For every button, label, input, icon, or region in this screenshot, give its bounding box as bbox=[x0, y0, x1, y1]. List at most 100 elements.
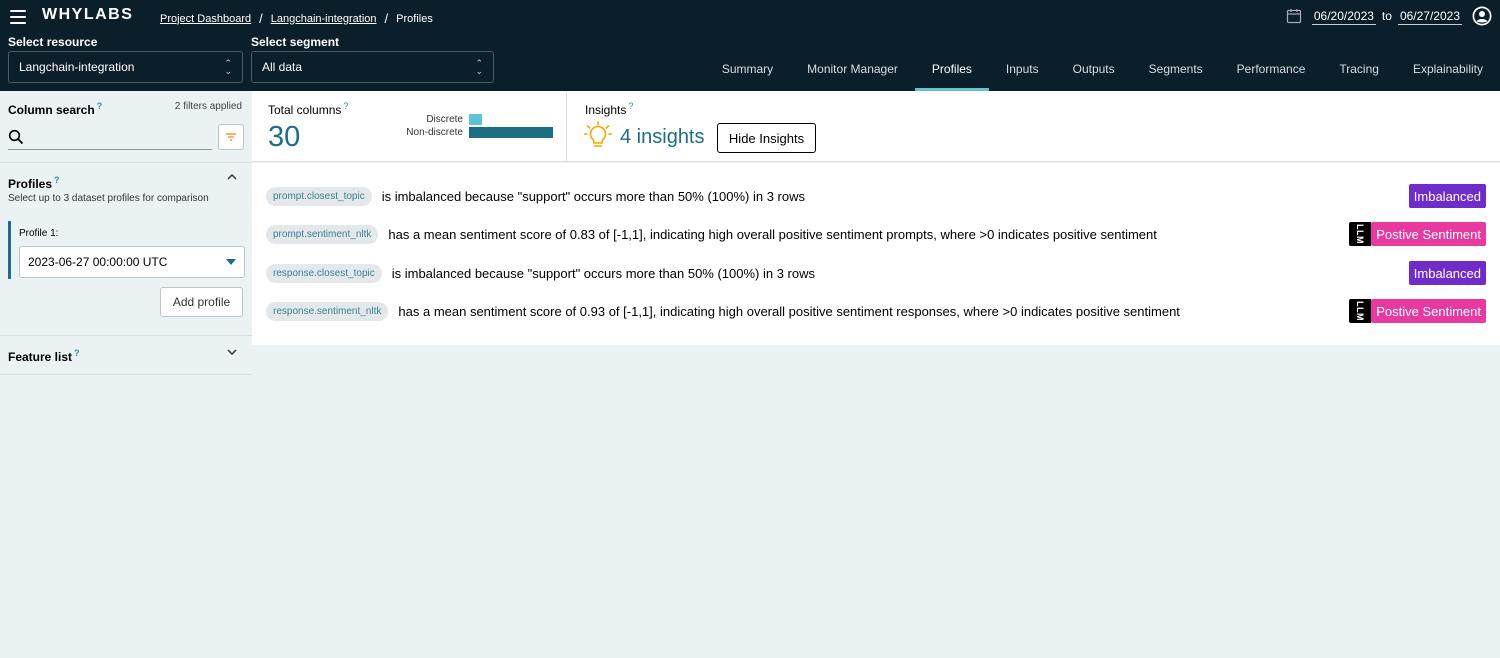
chevron-up-icon[interactable] bbox=[226, 171, 238, 183]
discrete-bar[interactable] bbox=[469, 114, 482, 125]
left-sidebar: Column search? 2 filters applied Profile… bbox=[0, 91, 252, 658]
column-chip[interactable]: response.closest_topic bbox=[266, 263, 382, 283]
llm-tag-text: LLM bbox=[1355, 301, 1366, 321]
updown-chevron-icon: ⌃ ⌄ bbox=[475, 58, 483, 76]
discrete-bar-row: Discrete bbox=[383, 114, 482, 125]
filter-icon bbox=[226, 133, 236, 141]
help-icon[interactable]: ? bbox=[54, 175, 60, 185]
column-search-title-text: Column search bbox=[8, 103, 95, 117]
tab-explainability[interactable]: Explainability bbox=[1396, 47, 1500, 91]
total-columns-value: 30 bbox=[268, 121, 301, 153]
non-discrete-bar-row: Non-discrete bbox=[383, 127, 553, 138]
non-discrete-label: Non-discrete bbox=[406, 127, 463, 138]
resource-select-value: Langchain-integration bbox=[19, 60, 135, 74]
insight-text: has a mean sentiment score of 0.93 of [-… bbox=[398, 303, 1180, 319]
help-icon[interactable]: ? bbox=[97, 101, 103, 111]
tab-monitor-manager[interactable]: Monitor Manager bbox=[790, 47, 915, 91]
select-segment-label: Select segment bbox=[251, 35, 340, 49]
positive-sentiment-badge: Postive Sentiment bbox=[1371, 222, 1486, 246]
resource-select[interactable]: Langchain-integration ⌃ ⌄ bbox=[8, 51, 243, 83]
discrete-label: Discrete bbox=[426, 114, 463, 125]
profiles-summary-bar: Total columns? 30 Discrete Non-discrete … bbox=[252, 91, 1500, 162]
insight-row: response.sentiment_nltk has a mean senti… bbox=[266, 298, 1486, 324]
help-icon[interactable]: ? bbox=[74, 348, 80, 358]
positive-sentiment-badge: Postive Sentiment bbox=[1371, 299, 1486, 323]
insights-count: 4 insights bbox=[620, 126, 705, 148]
calendar-icon[interactable] bbox=[1286, 8, 1302, 24]
tab-profiles[interactable]: Profiles bbox=[914, 47, 989, 91]
help-icon[interactable]: ? bbox=[343, 101, 348, 111]
feature-list-title: Feature list? bbox=[8, 348, 80, 364]
profile-1-select[interactable]: 2023-06-27 00:00:00 UTC bbox=[19, 246, 245, 278]
updown-chevron-icon: ⌃ ⌄ bbox=[224, 58, 232, 76]
insight-row: prompt.sentiment_nltk has a mean sentime… bbox=[266, 221, 1486, 247]
insight-badges: Imbalanced bbox=[1408, 183, 1486, 209]
llm-tag: LLM bbox=[1349, 222, 1372, 246]
profiles-description: Select up to 3 dataset profiles for comp… bbox=[8, 193, 209, 204]
insight-text: has a mean sentiment score of 0.83 of [-… bbox=[388, 226, 1157, 242]
segment-select-value: All data bbox=[262, 60, 303, 74]
add-profile-button[interactable]: Add profile bbox=[160, 287, 243, 317]
breadcrumb-resource[interactable]: Langchain-integration bbox=[271, 13, 377, 25]
segment-select[interactable]: All data ⌃ ⌄ bbox=[251, 51, 494, 83]
feature-list-title-text: Feature list bbox=[8, 350, 73, 364]
main-nav-tabs: Summary Monitor Manager Profiles Inputs … bbox=[705, 47, 1500, 91]
whylabs-logo[interactable]: WHYLABS bbox=[42, 6, 133, 24]
insights-title: Insights? bbox=[585, 101, 633, 117]
hamburger-icon[interactable] bbox=[10, 10, 26, 24]
column-chip[interactable]: prompt.closest_topic bbox=[266, 186, 372, 206]
tab-segments[interactable]: Segments bbox=[1132, 47, 1220, 91]
llm-tag-text: LLM bbox=[1355, 224, 1366, 244]
breadcrumb: Project Dashboard / Langchain-integratio… bbox=[160, 11, 433, 26]
date-to-word: to bbox=[1381, 9, 1392, 23]
insights-title-text: Insights bbox=[585, 103, 627, 117]
date-from[interactable]: 06/20/2023 bbox=[1311, 8, 1376, 25]
chevron-down-icon[interactable] bbox=[226, 346, 238, 358]
user-avatar-icon[interactable] bbox=[1472, 6, 1492, 26]
select-resource-label: Select resource bbox=[8, 35, 98, 49]
date-to[interactable]: 06/27/2023 bbox=[1397, 8, 1462, 25]
breadcrumb-separator: / bbox=[384, 11, 389, 26]
breadcrumb-project-dashboard[interactable]: Project Dashboard bbox=[160, 13, 251, 25]
profiles-section: Profiles? Select up to 3 dataset profile… bbox=[0, 163, 252, 336]
insights-list: prompt.closest_topic is imbalanced becau… bbox=[252, 163, 1500, 345]
profile-1-label: Profile 1: bbox=[19, 228, 59, 239]
column-chip[interactable]: prompt.sentiment_nltk bbox=[266, 224, 379, 244]
insight-badges: Imbalanced bbox=[1408, 260, 1486, 286]
insight-row: response.closest_topic is imbalanced bec… bbox=[266, 260, 1486, 286]
top-header: WHYLABS Project Dashboard / Langchain-in… bbox=[0, 0, 1500, 91]
non-discrete-bar[interactable] bbox=[469, 127, 553, 138]
tab-inputs[interactable]: Inputs bbox=[989, 47, 1056, 91]
feature-list-section[interactable]: Feature list? bbox=[0, 336, 252, 375]
filters-applied-count: 2 filters applied bbox=[174, 101, 242, 112]
total-columns-card: Total columns? 30 Discrete Non-discrete bbox=[252, 91, 567, 162]
llm-tag: LLM bbox=[1349, 299, 1372, 323]
column-search-input[interactable] bbox=[30, 130, 212, 144]
imbalanced-badge: Imbalanced bbox=[1408, 261, 1486, 285]
profile-1-value: 2023-06-27 00:00:00 UTC bbox=[28, 255, 168, 269]
tab-outputs[interactable]: Outputs bbox=[1056, 47, 1132, 91]
breadcrumb-separator: / bbox=[259, 11, 263, 26]
tab-tracing[interactable]: Tracing bbox=[1322, 47, 1396, 91]
total-columns-title: Total columns? bbox=[268, 101, 348, 117]
column-chip[interactable]: response.sentiment_nltk bbox=[266, 301, 389, 321]
help-icon[interactable]: ? bbox=[628, 101, 633, 111]
profiles-title-text: Profiles bbox=[8, 177, 53, 191]
tab-summary[interactable]: Summary bbox=[705, 47, 790, 91]
insight-row: prompt.closest_topic is imbalanced becau… bbox=[266, 183, 1486, 209]
caret-down-icon bbox=[226, 259, 236, 265]
insight-badges: LLM Postive Sentiment bbox=[1349, 221, 1486, 247]
hide-insights-button[interactable]: Hide Insights bbox=[717, 123, 816, 153]
search-icon bbox=[8, 129, 24, 145]
column-search-box bbox=[8, 125, 212, 150]
insight-text: is imbalanced because "support" occurs m… bbox=[391, 265, 816, 281]
lightbulb-icon bbox=[584, 121, 612, 147]
imbalanced-badge: Imbalanced bbox=[1408, 184, 1486, 208]
total-columns-title-text: Total columns bbox=[268, 103, 342, 117]
filter-button[interactable] bbox=[218, 124, 244, 150]
date-range-picker: 06/20/2023 to 06/27/2023 bbox=[1286, 6, 1492, 26]
insight-badges: LLM Postive Sentiment bbox=[1349, 298, 1486, 324]
tab-performance[interactable]: Performance bbox=[1220, 47, 1323, 91]
breadcrumb-current: Profiles bbox=[396, 12, 433, 25]
profile-1-card: Profile 1: 2023-06-27 00:00:00 UTC bbox=[8, 221, 245, 279]
